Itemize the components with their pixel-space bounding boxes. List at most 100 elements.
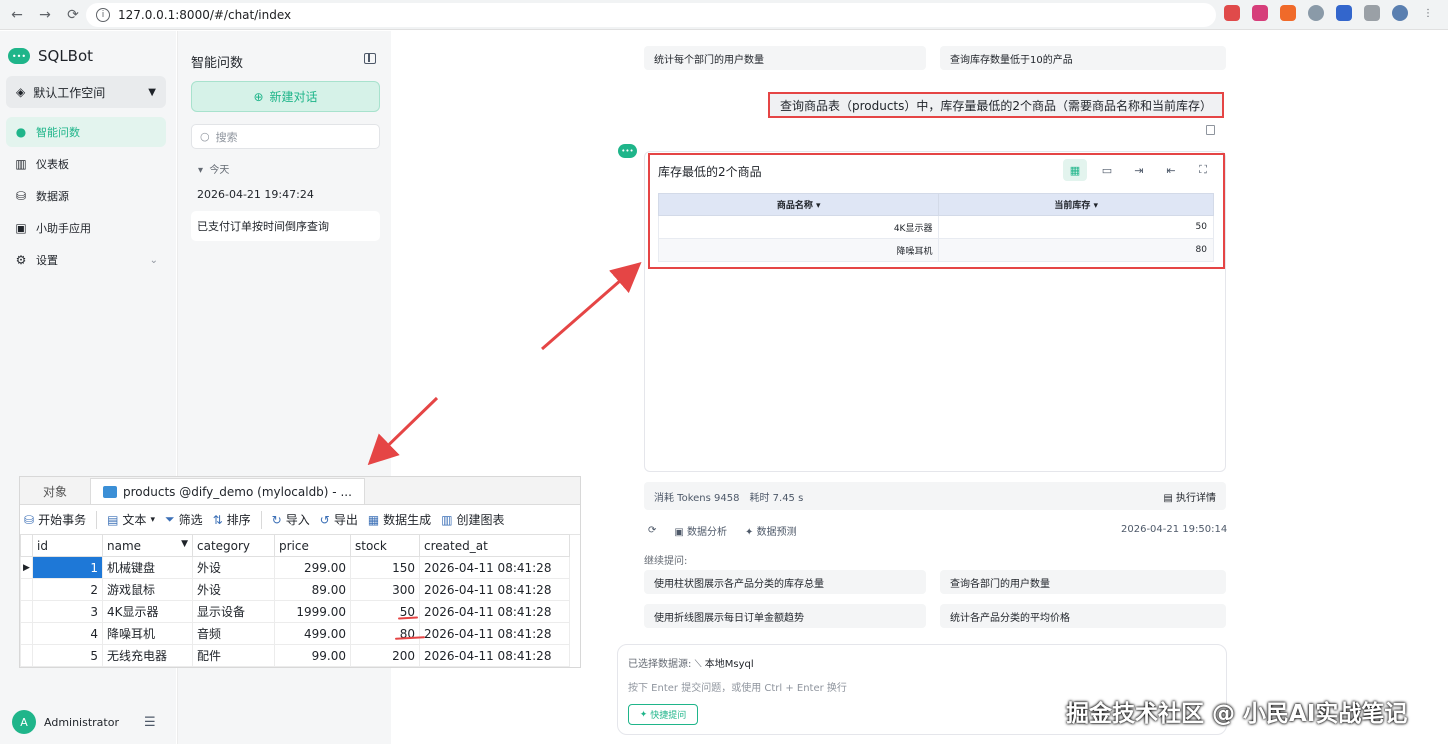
table-cell[interactable]: 499.00: [274, 622, 351, 645]
table-row[interactable]: 3 4K显示器 显示设备 1999.00 50 2026-04-11 08:41…: [20, 600, 570, 623]
followup-question[interactable]: 使用柱状图展示各产品分类的库存总量: [644, 570, 926, 594]
extension-icon[interactable]: [1308, 5, 1324, 21]
sidebar-item-datasource[interactable]: ⛁ 数据源: [6, 181, 166, 211]
add-to-dashboard-icon[interactable]: ⇤: [1159, 159, 1183, 181]
table-row[interactable]: ▶ 1 机械键盘 外设 299.00 150 2026-04-11 08:41:…: [20, 556, 570, 579]
table-cell[interactable]: 2026-04-11 08:41:28: [419, 556, 570, 579]
reload-icon[interactable]: ⟳: [62, 4, 84, 26]
extension-icon[interactable]: [1224, 5, 1240, 21]
table-cell[interactable]: 4K显示器: [102, 600, 193, 623]
user-profile[interactable]: A Administrator: [12, 710, 119, 734]
menu-dots-icon[interactable]: ⋮: [1420, 5, 1436, 21]
conversation-group-today[interactable]: ▾ 今天: [198, 161, 229, 176]
execution-detail-label: 执行详情: [1176, 492, 1216, 504]
table-cell[interactable]: 1999.00: [274, 600, 351, 623]
followup-question[interactable]: 查询各部门的用户数量: [940, 570, 1226, 594]
extension-icon[interactable]: [1280, 5, 1296, 21]
tab-products[interactable]: products @dify_demo (mylocaldb) - ...: [90, 478, 365, 504]
table-cell[interactable]: 机械键盘: [102, 556, 193, 579]
text-button[interactable]: ▤ 文本 ▾: [107, 511, 155, 528]
table-row[interactable]: 4 降噪耳机 音频 499.00 80 2026-04-11 08:41:28: [20, 622, 570, 645]
column-header[interactable]: 商品名称 ▾: [657, 193, 940, 216]
column-header[interactable]: 当前库存 ▾: [938, 193, 1214, 216]
column-header[interactable]: category: [192, 534, 275, 557]
begin-transaction-button[interactable]: ⛁ 开始事务: [24, 511, 86, 528]
site-info-icon[interactable]: i: [96, 8, 110, 22]
column-header[interactable]: price: [274, 534, 351, 557]
sort-button[interactable]: ⇅ 排序: [213, 511, 251, 528]
profile-avatar[interactable]: [1392, 5, 1408, 21]
quick-ask-button[interactable]: ✦ 快捷提问: [628, 704, 698, 725]
table-cell[interactable]: 50: [350, 600, 420, 623]
table-cell[interactable]: 80: [350, 622, 420, 645]
table-cell[interactable]: 游戏鼠标: [102, 578, 193, 601]
data-analysis-button[interactable]: ▣ 数据分析: [674, 523, 727, 538]
execution-detail-link[interactable]: ▤ 执行详情: [1163, 489, 1216, 504]
table-cell[interactable]: 299.00: [274, 556, 351, 579]
table-cell[interactable]: 99.00: [274, 644, 351, 667]
suggested-question[interactable]: 查询库存数量低于10的产品: [940, 46, 1226, 70]
extension-icon[interactable]: [1336, 5, 1352, 21]
table-cell[interactable]: 200: [350, 644, 420, 667]
export-button[interactable]: ↺ 导出: [320, 511, 358, 528]
workspace-selector[interactable]: ◈ 默认工作空间 ▼: [6, 76, 166, 108]
puzzle-icon[interactable]: [1364, 5, 1380, 21]
toggle-panel-icon[interactable]: [364, 53, 376, 64]
table-cell[interactable]: 降噪耳机: [102, 622, 193, 645]
table-cell[interactable]: 5: [32, 644, 103, 667]
table-cell[interactable]: 外设: [192, 556, 275, 579]
copy-icon[interactable]: [1206, 125, 1215, 135]
table-cell[interactable]: 2026-04-11 08:41:28: [419, 644, 570, 667]
table-cell[interactable]: 无线充电器: [102, 644, 193, 667]
sidebar-item-assistant[interactable]: ▣ 小助手应用: [6, 213, 166, 243]
table-cell[interactable]: 1: [32, 556, 103, 579]
collapse-menu-icon[interactable]: ☰: [144, 715, 156, 730]
conversation-item[interactable]: 已支付订单按时间倒序查询: [191, 211, 380, 241]
table-row[interactable]: 5 无线充电器 配件 99.00 200 2026-04-11 08:41:28: [20, 644, 570, 667]
import-button[interactable]: ↻ 导入: [272, 511, 310, 528]
table-cell[interactable]: 配件: [192, 644, 275, 667]
table-cell[interactable]: 2026-04-11 08:41:28: [419, 622, 570, 645]
table-cell[interactable]: 4: [32, 622, 103, 645]
datasource-name[interactable]: 本地Msyql: [705, 659, 754, 670]
sidebar-item-settings[interactable]: ⚙ 设置 ⌄: [6, 245, 166, 275]
forward-icon[interactable]: →: [34, 4, 56, 26]
suggested-question[interactable]: 统计每个部门的用户数量: [644, 46, 926, 70]
back-icon[interactable]: ←: [6, 4, 28, 26]
toolbar-divider: [96, 510, 98, 529]
sidebar-item-chat[interactable]: ● 智能问数: [6, 117, 166, 147]
search-input[interactable]: ○ 搜索: [191, 124, 380, 149]
table-cell[interactable]: 2026-04-11 08:41:28: [419, 600, 570, 623]
followup-question[interactable]: 使用折线图展示每日订单金额趋势: [644, 604, 926, 628]
sql-view-icon[interactable]: ▭: [1095, 159, 1119, 181]
data-generation-button[interactable]: ▦ 数据生成: [368, 511, 431, 528]
export-icon[interactable]: ⇥: [1127, 159, 1151, 181]
extension-icon[interactable]: [1252, 5, 1268, 21]
table-view-icon[interactable]: ▦: [1063, 159, 1087, 181]
sidebar-item-dashboard[interactable]: ▥ 仪表板: [6, 149, 166, 179]
table-cell[interactable]: 3: [32, 600, 103, 623]
conversation-item[interactable]: 2026-04-21 19:47:24: [191, 179, 380, 209]
column-header[interactable]: id: [32, 534, 103, 557]
fullscreen-icon[interactable]: ⛶: [1191, 159, 1215, 181]
table-cell[interactable]: 89.00: [274, 578, 351, 601]
table-row[interactable]: 2 游戏鼠标 外设 89.00 300 2026-04-11 08:41:28: [20, 578, 570, 601]
column-header[interactable]: stock: [350, 534, 420, 557]
table-cell[interactable]: 外设: [192, 578, 275, 601]
regenerate-icon[interactable]: ⟳: [648, 525, 656, 536]
address-bar[interactable]: i 127.0.0.1:8000/#/chat/index: [86, 3, 1216, 27]
table-cell[interactable]: 150: [350, 556, 420, 579]
table-cell[interactable]: 300: [350, 578, 420, 601]
table-cell[interactable]: 2026-04-11 08:41:28: [419, 578, 570, 601]
column-header[interactable]: name ▼: [102, 534, 193, 557]
filter-button[interactable]: ⏷ 筛选: [165, 511, 203, 528]
create-chart-button[interactable]: ▥ 创建图表: [441, 511, 504, 528]
data-prediction-button[interactable]: ✦ 数据预测: [745, 523, 797, 538]
followup-question[interactable]: 统计各产品分类的平均价格: [940, 604, 1226, 628]
table-cell[interactable]: 2: [32, 578, 103, 601]
table-cell[interactable]: 音频: [192, 622, 275, 645]
tab-objects[interactable]: 对象: [20, 478, 90, 504]
new-chat-button[interactable]: ⊕ 新建对话: [191, 81, 380, 112]
table-cell[interactable]: 显示设备: [192, 600, 275, 623]
column-header[interactable]: created_at: [419, 534, 570, 557]
